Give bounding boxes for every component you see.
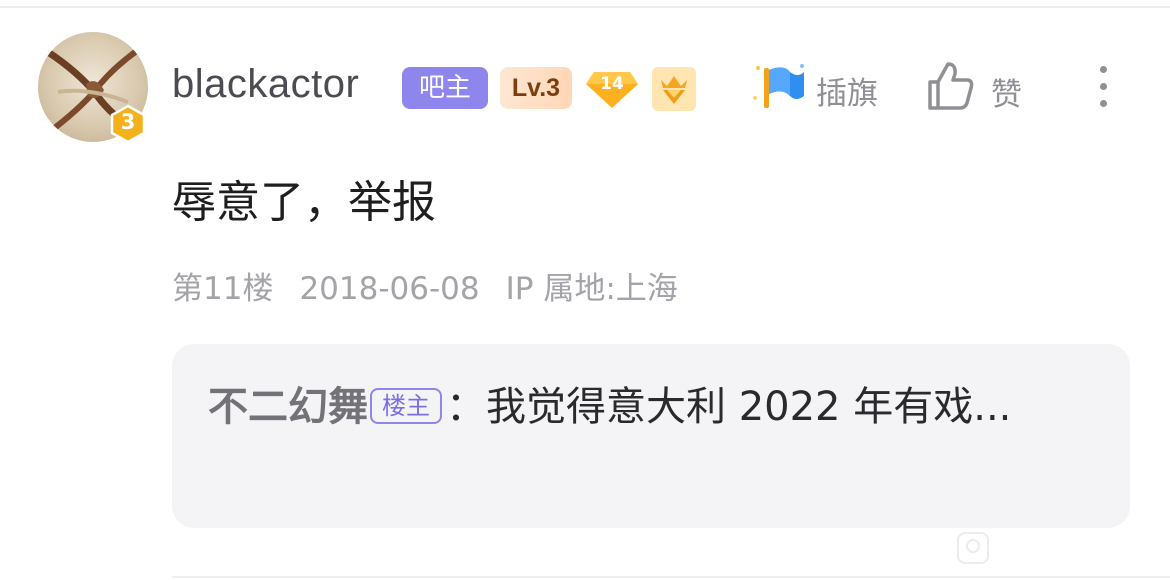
ip-location: IP 属地:上海	[505, 271, 678, 307]
level-badge: Lv.3	[500, 67, 572, 109]
op-tag: 楼主	[370, 388, 442, 424]
like-button[interactable]: 赞	[926, 58, 1036, 118]
watermark-icon	[955, 530, 991, 570]
post-content: 辱意了，举报	[172, 177, 436, 228]
post-date: 2018-06-08	[299, 271, 480, 307]
thumbs-up-icon	[928, 62, 974, 110]
flag-label: 插旗	[816, 76, 878, 112]
reply-text-container: 不二幻舞 楼主 ：我觉得意大利 2022 年有戏...	[208, 376, 1088, 438]
avatar-level-number: 3	[120, 110, 136, 134]
username[interactable]: blackactor	[172, 62, 359, 107]
flag-button[interactable]: 插旗	[750, 58, 890, 118]
more-options-button[interactable]	[1090, 62, 1118, 112]
avatar-level-badge: 3	[108, 104, 148, 144]
crown-gem-icon	[652, 67, 696, 111]
flag-icon	[753, 64, 804, 108]
reply-preview[interactable]: 不二幻舞 楼主 ：我觉得意大利 2022 年有戏...	[172, 344, 1130, 528]
gem-badge-number: 14	[600, 74, 624, 94]
floor-number: 第11楼	[172, 271, 274, 307]
reply-separator: ：	[446, 384, 486, 430]
post-meta: 第11楼 2018-06-08 IP 属地:上海	[172, 263, 704, 308]
reply-author[interactable]: 不二幻舞	[208, 384, 368, 430]
vip-badge	[651, 66, 697, 112]
reply-body: 我觉得意大利 2022 年有戏...	[486, 384, 1012, 430]
gem-badge: 14	[584, 66, 640, 112]
role-badge: 吧主	[402, 67, 488, 109]
like-label: 赞	[991, 77, 1022, 113]
bottom-divider	[172, 576, 1170, 578]
comment-post: 3 blackactor 吧主 Lv.3 14 插旗 赞 辱意了，举报 第11楼…	[0, 0, 1170, 580]
more-vertical-icon	[1100, 66, 1107, 73]
